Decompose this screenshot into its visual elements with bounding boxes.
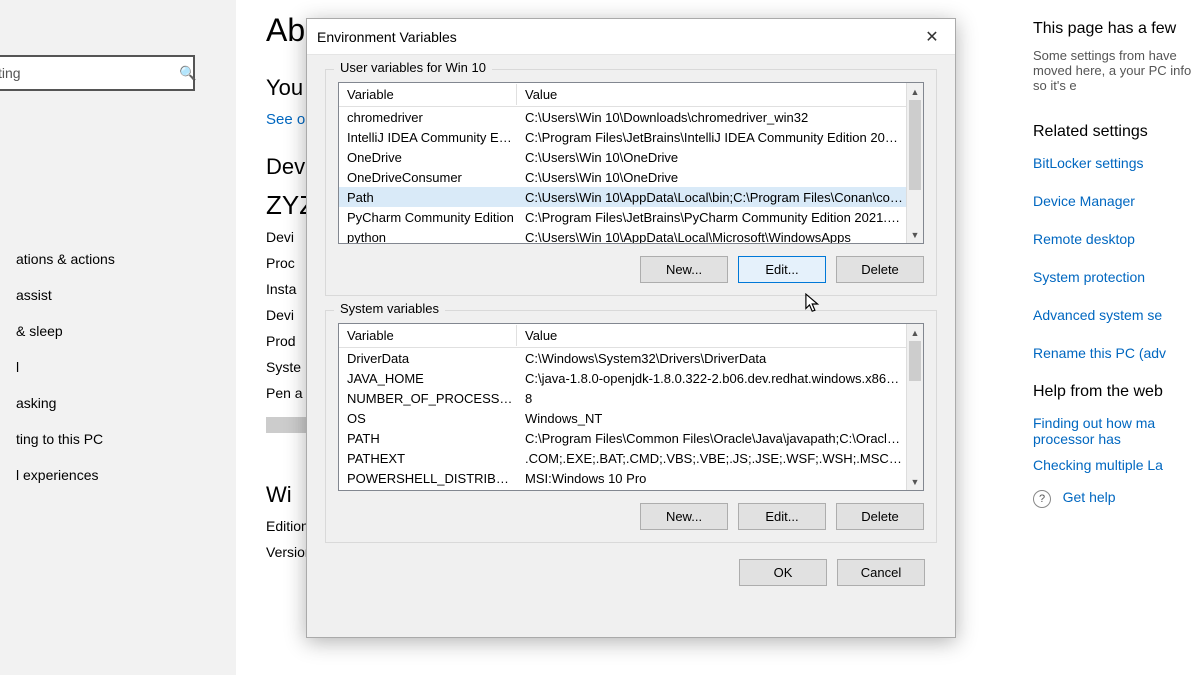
related-link[interactable]: Rename this PC (adv [1033,345,1200,361]
user-delete-button[interactable]: Delete [836,256,924,283]
sidebar-item[interactable]: & sleep [0,313,236,349]
col-value[interactable]: Value [517,325,923,346]
search-icon: 🔍 [179,65,196,82]
sidebar-item[interactable]: l experiences [0,457,236,493]
var-name: python [339,230,517,244]
table-row[interactable]: POWERSHELL_DISTRIBUTIO...MSI:Windows 10 … [339,468,923,488]
var-value: C:\Users\Win 10\AppData\Local\bin;C:\Pro… [517,190,923,205]
user-new-button[interactable]: New... [640,256,728,283]
sys-vars-label: System variables [334,301,445,316]
scroll-down-icon[interactable]: ▼ [907,473,923,490]
table-row[interactable]: PATHEXT.COM;.EXE;.BAT;.CMD;.VBS;.VBE;.JS… [339,448,923,468]
related-link[interactable]: Device Manager [1033,193,1200,209]
var-name: NUMBER_OF_PROCESSORS [339,391,517,406]
var-value: C:\java-1.8.0-openjdk-1.8.0.322-2.b06.de… [517,371,923,386]
sys-delete-button[interactable]: Delete [836,503,924,530]
scrollbar[interactable]: ▲ ▼ [906,83,923,243]
table-row[interactable]: NUMBER_OF_PROCESSORS8 [339,388,923,408]
sidebar-item[interactable]: ations & actions [0,241,236,277]
var-name: chromedriver [339,110,517,125]
var-value: C:\Users\Win 10\Downloads\chromedriver_w… [517,110,923,125]
scroll-up-icon[interactable]: ▲ [907,83,923,100]
col-variable[interactable]: Variable [339,84,517,105]
var-name: IntelliJ IDEA Community Edit... [339,130,517,145]
scroll-down-icon[interactable]: ▼ [907,226,923,243]
related-link[interactable]: Remote desktop [1033,231,1200,247]
cancel-button[interactable]: Cancel [837,559,925,586]
table-row[interactable]: PATHC:\Program Files\Common Files\Oracle… [339,428,923,448]
var-value: C:\Users\Win 10\AppData\Local\Microsoft\… [517,230,923,244]
table-row[interactable]: PathC:\Users\Win 10\AppData\Local\bin;C:… [339,187,923,207]
sys-vars-table[interactable]: Variable Value DriverDataC:\Windows\Syst… [338,323,924,491]
scroll-thumb[interactable] [909,100,921,190]
related-link[interactable]: BitLocker settings [1033,155,1200,171]
user-vars-table[interactable]: Variable Value chromedriverC:\Users\Win … [338,82,924,244]
col-value[interactable]: Value [517,84,923,105]
var-name: OS [339,411,517,426]
table-row[interactable]: PyCharm Community EditionC:\Program File… [339,207,923,227]
table-row[interactable]: IntelliJ IDEA Community Edit...C:\Progra… [339,127,923,147]
copy-button[interactable] [266,417,306,433]
info-heading: This page has a few [1033,20,1200,38]
dialog-title: Environment Variables [317,29,457,45]
table-row[interactable]: pythonC:\Users\Win 10\AppData\Local\Micr… [339,227,923,243]
table-row[interactable]: OSWindows_NT [339,408,923,428]
table-row[interactable]: JAVA_HOMEC:\java-1.8.0-openjdk-1.8.0.322… [339,368,923,388]
var-name: OneDrive [339,150,517,165]
env-vars-dialog: Environment Variables ✕ User variables f… [306,18,956,638]
var-name: PyCharm Community Edition [339,210,517,225]
var-value: MSI:Windows 10 Pro [517,471,923,486]
table-row[interactable]: OneDriveConsumerC:\Users\Win 10\OneDrive [339,167,923,187]
var-name: POWERSHELL_DISTRIBUTIO... [339,471,517,486]
var-name: PATHEXT [339,451,517,466]
var-value: C:\Users\Win 10\OneDrive [517,150,923,165]
col-variable[interactable]: Variable [339,325,517,346]
scrollbar[interactable]: ▲ ▼ [906,324,923,490]
var-value: C:\Program Files\Common Files\Oracle\Jav… [517,431,923,446]
sidebar-item[interactable]: asking [0,385,236,421]
var-name: JAVA_HOME [339,371,517,386]
ok-button[interactable]: OK [739,559,827,586]
sys-new-button[interactable]: New... [640,503,728,530]
table-row[interactable]: DriverDataC:\Windows\System32\Drivers\Dr… [339,348,923,368]
user-edit-button[interactable]: Edit... [738,256,826,283]
table-row[interactable]: chromedriverC:\Users\Win 10\Downloads\ch… [339,107,923,127]
search-input[interactable] [0,65,179,81]
related-link[interactable]: System protection [1033,269,1200,285]
var-name: DriverData [339,351,517,366]
related-link[interactable]: Advanced system se [1033,307,1200,323]
var-value: .COM;.EXE;.BAT;.CMD;.VBS;.VBE;.JS;.JSE;.… [517,451,923,466]
var-value: Windows_NT [517,411,923,426]
help-icon: ? [1033,490,1051,508]
table-row[interactable]: OneDriveC:\Users\Win 10\OneDrive [339,147,923,167]
sidebar-item[interactable]: ting to this PC [0,421,236,457]
var-value: C:\Windows\System32\Drivers\DriverData [517,351,923,366]
help-link[interactable]: Finding out how ma processor has [1033,415,1200,447]
sys-edit-button[interactable]: Edit... [738,503,826,530]
related-settings-heading: Related settings [1033,123,1200,141]
info-text: Some settings from have moved here, a yo… [1033,48,1200,93]
var-value: 8 [517,391,923,406]
var-name: PATH [339,431,517,446]
var-name: Path [339,190,517,205]
close-button[interactable]: ✕ [909,19,955,55]
scroll-up-icon[interactable]: ▲ [907,324,923,341]
user-vars-label: User variables for Win 10 [334,60,492,75]
close-icon: ✕ [925,27,938,47]
sidebar-item[interactable]: assist [0,277,236,313]
sidebar-item[interactable]: l [0,349,236,385]
help-heading: Help from the web [1033,383,1200,401]
var-value: C:\Program Files\JetBrains\PyCharm Commu… [517,210,923,225]
var-value: C:\Program Files\JetBrains\IntelliJ IDEA… [517,130,923,145]
var-name: OneDriveConsumer [339,170,517,185]
var-value: C:\Users\Win 10\OneDrive [517,170,923,185]
help-link[interactable]: Checking multiple La [1033,457,1200,473]
scroll-thumb[interactable] [909,341,921,381]
settings-search[interactable]: 🔍 [0,55,195,91]
get-help-link[interactable]: Get help [1063,489,1116,505]
